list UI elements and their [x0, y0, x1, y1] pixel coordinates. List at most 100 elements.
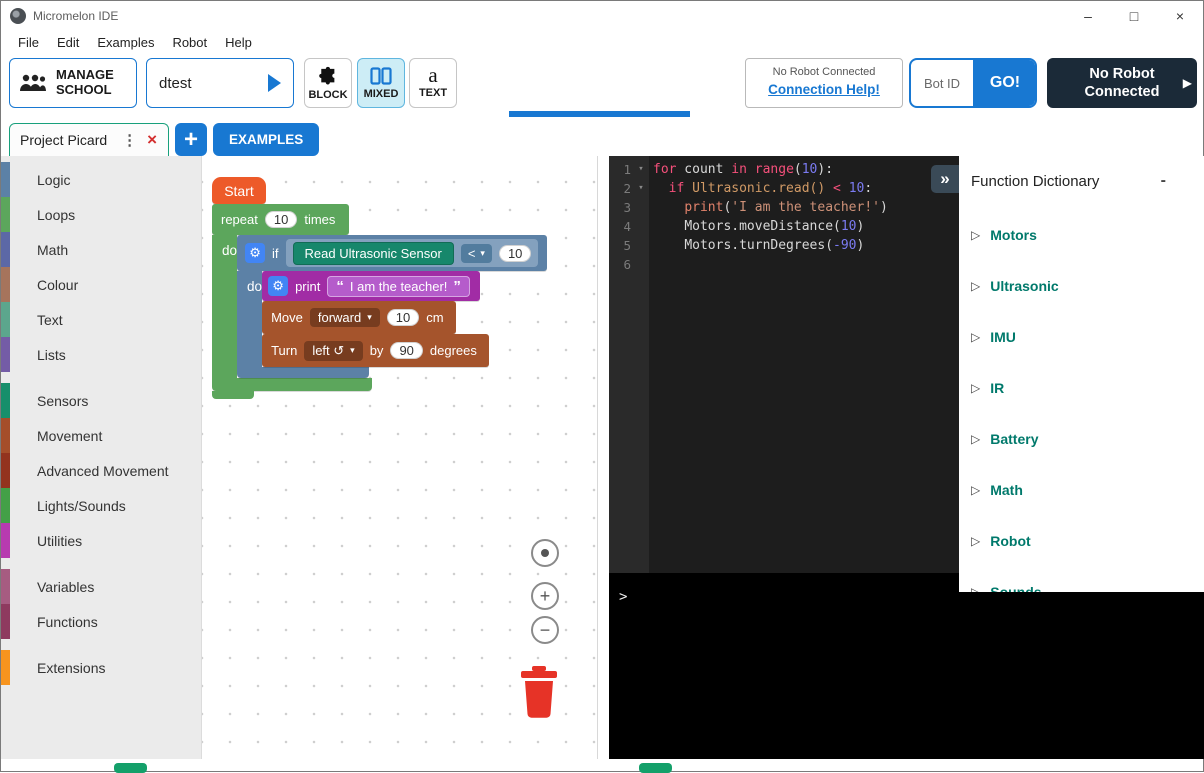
- palette-category-lights-sounds[interactable]: Lights/Sounds: [1, 488, 201, 523]
- dictionary-item-battery[interactable]: ▷Battery: [971, 429, 1204, 449]
- ultrasonic-sensor-block[interactable]: Read Ultrasonic Sensor: [293, 242, 454, 265]
- string-block[interactable]: “ I am the teacher! ”: [327, 276, 470, 297]
- mode-block-button[interactable]: BLOCK: [304, 58, 352, 108]
- connection-help-link[interactable]: Connection Help!: [768, 82, 880, 97]
- trash-icon[interactable]: [517, 666, 561, 723]
- mutator-gear-icon[interactable]: ⚙: [245, 243, 265, 263]
- function-dictionary-panel: Function Dictionary - ▷Motors ▷Ultrasonic…: [959, 156, 1204, 592]
- mutator-gear-icon[interactable]: ⚙: [268, 276, 288, 296]
- code-text: Motors.moveDistance(10): [649, 217, 864, 236]
- dictionary-item-sounds[interactable]: ▷Sounds: [971, 582, 1204, 592]
- palette-category-colour[interactable]: Colour: [1, 267, 201, 302]
- code-line[interactable]: 2▾ if Ultrasonic.read() < 10:: [609, 179, 959, 198]
- zoom-out-button[interactable]: −: [531, 616, 559, 644]
- code-line[interactable]: 5 Motors.turnDegrees(-90): [609, 236, 959, 255]
- mode-text-button[interactable]: a TEXT: [409, 58, 457, 108]
- palette-category-loops[interactable]: Loops: [1, 197, 201, 232]
- go-button[interactable]: GO!: [975, 60, 1035, 106]
- mode-mixed-label: MIXED: [364, 88, 399, 100]
- menu-robot[interactable]: Robot: [163, 35, 216, 50]
- dictionary-item-motors[interactable]: ▷Motors: [971, 225, 1204, 245]
- project-menu-icon[interactable]: ⋮: [117, 131, 142, 149]
- dictionary-item-ultrasonic[interactable]: ▷Ultrasonic: [971, 276, 1204, 296]
- palette-category-variables[interactable]: Variables: [1, 569, 201, 604]
- code-line[interactable]: 6: [609, 255, 959, 274]
- dictionary-collapse-button[interactable]: -: [1161, 172, 1166, 190]
- fold-marker-icon[interactable]: ▾: [633, 179, 649, 198]
- dictionary-item-ir[interactable]: ▷IR: [971, 378, 1204, 398]
- move-direction-value: forward: [318, 310, 361, 325]
- run-arrow-icon: ▶: [1183, 76, 1192, 90]
- palette-group: SensorsMovementAdvanced MovementLights/S…: [1, 383, 201, 558]
- bot-id-field[interactable]: Bot ID: [911, 60, 975, 106]
- menu-edit[interactable]: Edit: [48, 35, 88, 50]
- dictionary-item-math[interactable]: ▷Math: [971, 480, 1204, 500]
- minimize-button[interactable]: –: [1065, 1, 1111, 31]
- fold-marker-icon[interactable]: ▾: [633, 160, 649, 179]
- dictionary-item-robot[interactable]: ▷Robot: [971, 531, 1204, 551]
- repeat-block[interactable]: repeat 10 times do ⚙ if Read Ultrasonic …: [212, 204, 597, 399]
- compare-operator-dropdown[interactable]: < ▾: [461, 244, 492, 263]
- dictionary-title: Function Dictionary: [971, 173, 1099, 190]
- palette-category-functions[interactable]: Functions: [1, 604, 201, 639]
- code-editor[interactable]: 1▾for count in range(10):2▾ if Ultrasoni…: [609, 156, 959, 573]
- repeat-block-stub[interactable]: [212, 391, 254, 399]
- move-direction-dropdown[interactable]: forward ▾: [310, 308, 380, 327]
- add-project-button[interactable]: +: [175, 123, 207, 156]
- palette-category-sensors[interactable]: Sensors: [1, 383, 201, 418]
- robot-status-button[interactable]: No Robot Connected ▶: [1047, 58, 1197, 108]
- code-line[interactable]: 4 Motors.moveDistance(10): [609, 217, 959, 236]
- palette-category-lists[interactable]: Lists: [1, 337, 201, 372]
- blockly-workspace[interactable]: Start repeat 10 times do ⚙ if: [201, 156, 598, 759]
- palette-category-movement[interactable]: Movement: [1, 418, 201, 453]
- palette-category-text[interactable]: Text: [1, 302, 201, 337]
- turn-degrees-field[interactable]: 90: [390, 342, 422, 359]
- project-select[interactable]: dtest: [146, 58, 294, 108]
- repeat-block-header[interactable]: repeat 10 times: [212, 204, 349, 235]
- zoom-reset-button[interactable]: [531, 539, 559, 567]
- move-unit-label: cm: [426, 310, 443, 325]
- dictionary-expand-button[interactable]: »: [931, 165, 959, 193]
- turn-block[interactable]: Turn left ↺ ▾ by 90 degrees: [262, 334, 489, 367]
- palette-category-utilities[interactable]: Utilities: [1, 523, 201, 558]
- manage-school-label: MANAGE SCHOOL: [56, 68, 128, 98]
- code-line[interactable]: 3 print('I am the teacher!'): [609, 198, 959, 217]
- palette-category-logic[interactable]: Logic: [1, 162, 201, 197]
- if-block[interactable]: ⚙ if Read Ultrasonic Sensor < ▾ 10: [237, 235, 597, 378]
- print-block[interactable]: ⚙ print “ I am the teacher! ”: [262, 271, 480, 301]
- menu-file[interactable]: File: [9, 35, 48, 50]
- menu-help[interactable]: Help: [216, 35, 261, 50]
- dictionary-item-imu[interactable]: ▷IMU: [971, 327, 1204, 347]
- console-prompt: >: [619, 589, 627, 605]
- compare-value-field[interactable]: 10: [499, 245, 531, 262]
- block-program[interactable]: Start repeat 10 times do ⚙ if: [212, 177, 597, 399]
- start-block[interactable]: Start: [212, 177, 266, 204]
- palette-category-math[interactable]: Math: [1, 232, 201, 267]
- project-tab[interactable]: Project Picard ⋮ ×: [9, 123, 169, 156]
- if-block-foot[interactable]: [237, 367, 369, 378]
- if-block-header[interactable]: ⚙ if Read Ultrasonic Sensor < ▾ 10: [237, 235, 547, 271]
- project-close-icon[interactable]: ×: [142, 130, 162, 150]
- close-button[interactable]: ×: [1157, 1, 1203, 31]
- move-distance-field[interactable]: 10: [387, 309, 419, 326]
- zoom-in-button[interactable]: +: [531, 582, 559, 610]
- dictionary-item-label: Robot: [990, 533, 1030, 549]
- palette-category-advanced-movement[interactable]: Advanced Movement: [1, 453, 201, 488]
- string-value[interactable]: I am the teacher!: [350, 279, 448, 294]
- compare-block[interactable]: Read Ultrasonic Sensor < ▾ 10: [286, 239, 539, 267]
- maximize-button[interactable]: □: [1111, 1, 1157, 31]
- code-line[interactable]: 1▾for count in range(10):: [609, 160, 959, 179]
- menu-examples[interactable]: Examples: [88, 35, 163, 50]
- turn-direction-dropdown[interactable]: left ↺ ▾: [304, 341, 362, 361]
- manage-school-button[interactable]: MANAGE SCHOOL: [9, 58, 137, 108]
- repeat-count-field[interactable]: 10: [265, 211, 297, 228]
- console[interactable]: >: [609, 573, 1204, 759]
- move-block[interactable]: Move forward ▾ 10 cm: [262, 301, 456, 334]
- examples-button[interactable]: EXAMPLES: [213, 123, 319, 156]
- palette-category-extensions[interactable]: Extensions: [1, 650, 201, 685]
- palette: LogicLoopsMathColourTextLists SensorsMove…: [1, 156, 201, 759]
- robot-status-label: No Robot Connected: [1066, 65, 1178, 101]
- repeat-block-foot[interactable]: [212, 378, 372, 391]
- mode-mixed-button[interactable]: MIXED: [357, 58, 405, 108]
- block-editor-area: LogicLoopsMathColourTextListsSensorsMove…: [1, 156, 598, 759]
